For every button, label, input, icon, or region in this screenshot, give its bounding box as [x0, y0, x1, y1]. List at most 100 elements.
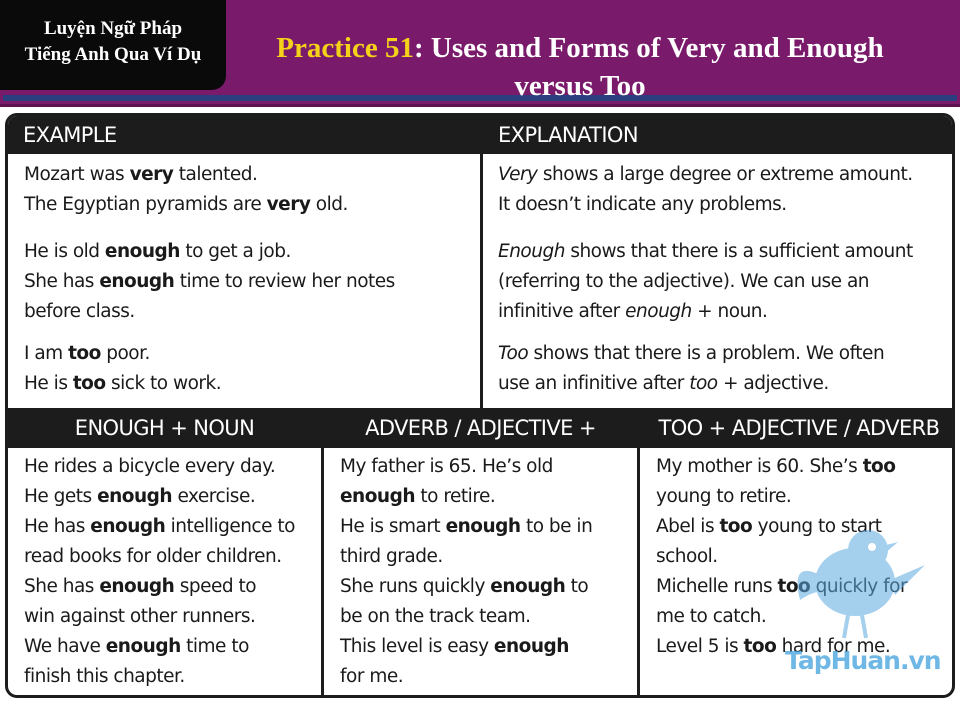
text-run: finish this chapter. [24, 666, 185, 687]
watermark-text: TapHuan.vn [785, 646, 942, 675]
example-row-3: I am too poor. He is too sick to work. [24, 339, 222, 399]
text-line: He gets enough exercise. [24, 482, 295, 512]
example-row-1: Mozart was very talented. The Egyptian py… [24, 160, 348, 220]
title-line-1: Uses and Forms of Very and Enough [430, 32, 884, 64]
text-run: He is smart [340, 516, 446, 537]
text-run: She runs quickly [340, 576, 491, 597]
text-run: be on the track team. [340, 606, 531, 627]
text-run: old. [310, 194, 349, 215]
text-run: The Egyptian pyramids are [24, 194, 267, 215]
text-line: He is smart enough to be in [340, 512, 593, 542]
bold-keyword: very [266, 194, 311, 215]
bold-keyword: too [72, 373, 106, 394]
text-run: time to review her notes [174, 271, 396, 292]
text-line: She has enough speed to [24, 572, 295, 602]
text-line: Enough shows that there is a sufficient … [498, 237, 913, 267]
adverb-adjective-enough-examples: My father is 65. He’s old enough to retir… [340, 452, 593, 692]
bold-keyword: enough [97, 486, 173, 507]
text-run: ADVERB / ADJECTIVE + [365, 416, 596, 440]
text-run: He rides a bicycle every day. [24, 456, 276, 477]
text-line: for me. [340, 662, 592, 692]
explanation-row-1: Very shows a large degree or extreme amo… [498, 160, 913, 220]
text-run: My mother is 60. She’s [656, 456, 863, 477]
text-run: sick to work. [105, 373, 222, 394]
text-run: This level is easy [340, 636, 494, 657]
text-line: (referring to the adjective). We can use… [498, 267, 913, 297]
text-line: infinitive after enough + noun. [498, 297, 913, 327]
bold-keyword: enough [99, 576, 175, 597]
text-run: + noun. [691, 301, 768, 322]
italic-keyword: too [689, 373, 718, 394]
bold-keyword: too [719, 516, 753, 537]
text-line: It doesn’t indicate any problems. [498, 190, 913, 220]
bold-keyword: enough [493, 636, 570, 657]
too-adjective-adverb-header: TOO + ADJECTIVE / ADVERB [640, 408, 952, 448]
enough-noun-header: ENOUGH + NOUN [8, 408, 321, 448]
text-run: use an infinitive after [498, 373, 690, 394]
text-run: infinitive after [498, 301, 626, 322]
text-run: He is [24, 373, 73, 394]
text-line: be on the track team. [340, 602, 592, 632]
italic-keyword: Very [498, 164, 538, 185]
text-run: to be in [520, 516, 593, 537]
text-line: read books for older children. [24, 542, 295, 572]
title-line-2: versus Too [514, 70, 646, 102]
bold-keyword: too [68, 343, 101, 364]
text-run: She has [24, 576, 100, 597]
badge-line-2: Tiếng Anh Qua Ví Dụ [24, 44, 202, 65]
bold-keyword: enough [445, 516, 522, 537]
bird-logo-icon [797, 530, 925, 639]
text-line: She has enough time to review her notes [24, 267, 395, 297]
text-run: to get a job. [179, 241, 291, 262]
text-run: We have [24, 636, 106, 657]
text-line: He rides a bicycle every day. [24, 452, 295, 482]
bold-keyword: very [129, 164, 174, 185]
text-run: My father is 65. He’s old [340, 456, 553, 477]
text-run: young to retire. [656, 486, 792, 507]
example-row-2: He is old enough to get a job. She has en… [24, 237, 395, 327]
text-run: shows a large degree or extreme amount. [537, 164, 913, 185]
text-run: read books for older children. [24, 546, 282, 567]
text-run: + ADJECTIVE / ADVERB [702, 416, 940, 440]
page-title: Practice 51: Uses and Forms of Very and … [230, 29, 930, 105]
italic-keyword: TOO [658, 416, 704, 440]
text-run: shows that there is a sufficient amount [564, 241, 913, 262]
text-run: It doesn’t indicate any problems. [498, 194, 787, 215]
text-line: He has enough intelligence to [24, 512, 295, 542]
bold-keyword: enough [99, 271, 175, 292]
text-line: The Egyptian pyramids are very old. [24, 190, 348, 220]
text-run: I am [24, 343, 69, 364]
text-run: talented. [173, 164, 258, 185]
text-run: She has [24, 271, 100, 292]
text-run: He gets [24, 486, 98, 507]
text-line: Mozart was very talented. [24, 160, 348, 190]
title-practice-number: Practice 51 [276, 32, 414, 64]
italic-keyword: Too [498, 343, 529, 364]
text-line: finish this chapter. [24, 662, 295, 692]
text-run: intelligence to [165, 516, 296, 537]
text-line: enough to retire. [340, 482, 592, 512]
text-line: My mother is 60. She’s too [656, 452, 907, 482]
text-line: He is too sick to work. [24, 369, 222, 399]
text-line: She runs quickly enough to [340, 572, 592, 602]
explanation-header: EXPLANATION [483, 116, 952, 154]
adverb-adjective-enough-header: ADVERB / ADJECTIVE + ENOUGH [324, 408, 637, 480]
text-run: win against other runners. [24, 606, 256, 627]
title-colon: : [413, 32, 431, 64]
text-run: He has [24, 516, 91, 537]
badge-line-1: Luyện Ngữ Pháp [43, 18, 183, 39]
bold-keyword: enough [340, 486, 416, 507]
text-line: young to retire. [656, 482, 907, 512]
text-run: for me. [340, 666, 404, 687]
text-line: win against other runners. [24, 602, 295, 632]
explanation-row-2: Enough shows that there is a sufficient … [498, 237, 913, 327]
text-line: Very shows a large degree or extreme amo… [498, 160, 913, 190]
bold-keyword: enough [90, 516, 166, 537]
text-line: This level is easy enough [340, 632, 592, 662]
italic-keyword: enough [625, 301, 692, 322]
text-run: shows that there is a problem. We often [528, 343, 885, 364]
text-run: Mozart was [24, 164, 130, 185]
text-line: Too shows that there is a problem. We of… [498, 339, 885, 369]
text-line: use an infinitive after too + adjective. [498, 369, 884, 399]
text-run: before class. [24, 301, 135, 322]
